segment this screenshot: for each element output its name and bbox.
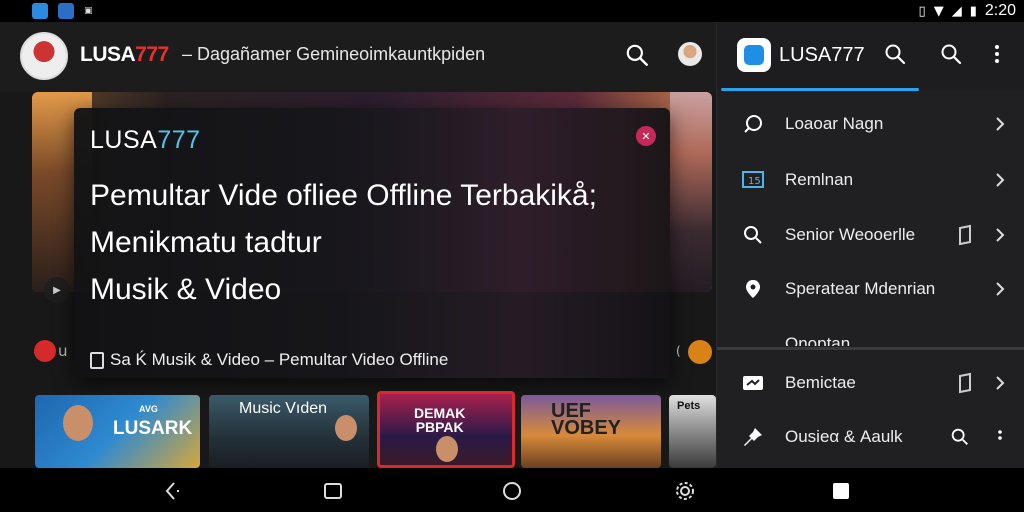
card-title: Pemultar Vide ofliee Offline Terbakikå; … xyxy=(90,172,650,313)
stop-icon[interactable] xyxy=(830,480,852,502)
recents-icon[interactable] xyxy=(322,480,344,502)
video-thumbnail[interactable]: UEF VOBEY xyxy=(521,395,661,468)
card-footer-text: Sa Ḱ Musik & Video – Pemultar Video Offl… xyxy=(110,350,449,369)
drawer-item-label: Senior Weooerlle xyxy=(785,225,916,244)
search-icon[interactable] xyxy=(939,42,963,66)
toggle-marker-icon: ( xyxy=(676,344,681,358)
thumbnail-face xyxy=(436,436,458,462)
brand-text-red: 777 xyxy=(135,43,169,66)
drawer-title: LUSA777 xyxy=(779,44,865,66)
drawer-item-label: Onoptan xyxy=(785,334,851,346)
battery-icon: ▮ xyxy=(969,3,977,19)
status-left: ▣ xyxy=(32,3,93,19)
hero-side-image[interactable] xyxy=(670,92,712,292)
pin-icon xyxy=(744,428,762,446)
navigation-bar xyxy=(0,468,1024,512)
drawer-header: LUSA777 xyxy=(717,22,1024,91)
hero-card[interactable]: LUSA777 ✕ Pemultar Vide ofliee Offline T… xyxy=(74,108,670,378)
drawer-item[interactable]: Loaoar Nagn xyxy=(717,104,1024,144)
drawer-item-label: Bemictae xyxy=(785,373,856,392)
video-thumbnail[interactable]: Music Vıden xyxy=(209,395,369,468)
drawer-item-label: Speratear Mdenrian xyxy=(785,279,936,298)
thumbnail-face xyxy=(335,415,357,441)
settings-gear-icon[interactable] xyxy=(674,480,696,502)
drawer-item[interactable]: Ousieα & Aaulk xyxy=(717,417,1024,457)
card-title-line: Pemultar Vide ofliee Offline Terbakikå; xyxy=(90,179,597,212)
side-drawer: LUSA777 Loaoar Nagn 15 Remlnan Senior We… xyxy=(716,22,1024,468)
drawer-item[interactable]: Speratear Mdenrian xyxy=(717,269,1024,309)
thumbnail-sub-label: AVG xyxy=(139,404,158,414)
app-icon[interactable] xyxy=(737,38,771,72)
record-icon[interactable] xyxy=(34,340,56,362)
signal-icon: ◢ xyxy=(951,3,962,19)
chevron-right-icon xyxy=(996,173,1005,187)
search-icon[interactable] xyxy=(883,42,907,66)
thumbnail-face xyxy=(63,405,93,441)
user-badge-icon[interactable] xyxy=(688,340,712,364)
brand-text-white: LUSA xyxy=(80,43,136,66)
card-title-line: Menikmatu tadtur xyxy=(90,226,322,259)
search-icon xyxy=(744,226,762,244)
top-bar: LUSA777 – Dagañamer Gemineoimkauntkpiden xyxy=(0,22,716,92)
card-footer: Sa Ḱ Musik & Video – Pemultar Video Offl… xyxy=(90,350,448,370)
vibrate-icon: ▯ xyxy=(918,3,926,19)
thumbnail-label: LUSARK xyxy=(113,418,193,439)
video-thumbnail-selected[interactable]: DEMAK PBPAK xyxy=(377,391,515,468)
drawer-item-label: Loaoar Nagn xyxy=(785,114,884,133)
app-notification-icon xyxy=(32,3,48,19)
thumbnail-label: DEMAK PBPAK xyxy=(414,405,466,435)
main-app: LUSA777 – Dagañamer Gemineoimkauntkpiden… xyxy=(0,22,716,468)
close-icon[interactable]: ✕ xyxy=(636,126,656,146)
bookmark-icon[interactable] xyxy=(957,371,975,395)
chevron-right-icon xyxy=(996,117,1005,131)
card-brand-cyan: 777 xyxy=(157,126,201,154)
wifi-icon: ▼ xyxy=(933,3,944,19)
chevron-right-icon xyxy=(996,376,1005,390)
chevron-right-icon xyxy=(996,282,1005,296)
thumbnail-label: Music Vıden xyxy=(239,400,328,417)
video-thumbnail[interactable]: AVG LUSARK xyxy=(35,395,200,468)
drawer-item-label: Ousieα & Aaulk xyxy=(785,427,903,446)
chevron-right-icon xyxy=(996,228,1005,242)
drawer-item-label: Remlnan xyxy=(785,170,854,189)
play-icon[interactable]: ▶ xyxy=(44,277,70,303)
card-title-line: Musik & Video xyxy=(90,273,282,306)
location-pin-icon xyxy=(746,280,760,298)
app-icon-glyph xyxy=(744,45,764,65)
brand-logo[interactable]: LUSA777 xyxy=(80,43,169,67)
drawer-item[interactable]: 15 Remlnan xyxy=(717,160,1024,200)
small-notification-icon: ▣ xyxy=(84,6,93,16)
section-marker-icon: u xyxy=(58,342,68,360)
clock: 2:20 xyxy=(984,2,1016,19)
divider xyxy=(717,347,1024,350)
channel-avatar[interactable] xyxy=(20,32,68,80)
more-vertical-icon[interactable] xyxy=(993,42,1001,66)
profile-avatar[interactable] xyxy=(678,42,702,66)
status-bar: ▣ ▯ ▼ ◢ ▮ 2:20 xyxy=(0,0,1024,22)
search-icon[interactable] xyxy=(624,42,650,68)
header-subtitle: – Dagañamer Gemineoimkauntkpiden xyxy=(182,44,486,64)
card-brand-white: LUSA xyxy=(90,126,158,154)
status-right: ▯ ▼ ◢ ▮ 2:20 xyxy=(919,2,1016,20)
home-icon[interactable] xyxy=(501,480,523,502)
active-tab-indicator xyxy=(721,88,919,91)
video-thumbnail[interactable]: Pets xyxy=(669,395,716,468)
drawer-item[interactable]: Bemictae xyxy=(717,363,1024,403)
scissors-icon xyxy=(743,376,763,390)
chat-bubble-icon xyxy=(744,115,762,133)
thumbnail-label: UEF VOBEY xyxy=(551,400,622,439)
card-brand: LUSA777 xyxy=(90,126,201,155)
svg-text:15: 15 xyxy=(748,176,761,187)
drawer-item[interactable]: Onoptan xyxy=(717,324,1024,346)
app-notification-icon xyxy=(58,3,74,19)
back-icon[interactable] xyxy=(162,480,184,502)
document-icon xyxy=(90,351,104,369)
thumbnail-label: Pets xyxy=(677,400,701,412)
drawer-item[interactable]: Senior Weooerlle xyxy=(717,215,1024,255)
search-icon[interactable] xyxy=(949,425,971,449)
screen-icon: 15 xyxy=(742,171,764,188)
more-vertical-icon[interactable] xyxy=(993,425,1007,449)
bookmark-icon[interactable] xyxy=(957,223,975,247)
